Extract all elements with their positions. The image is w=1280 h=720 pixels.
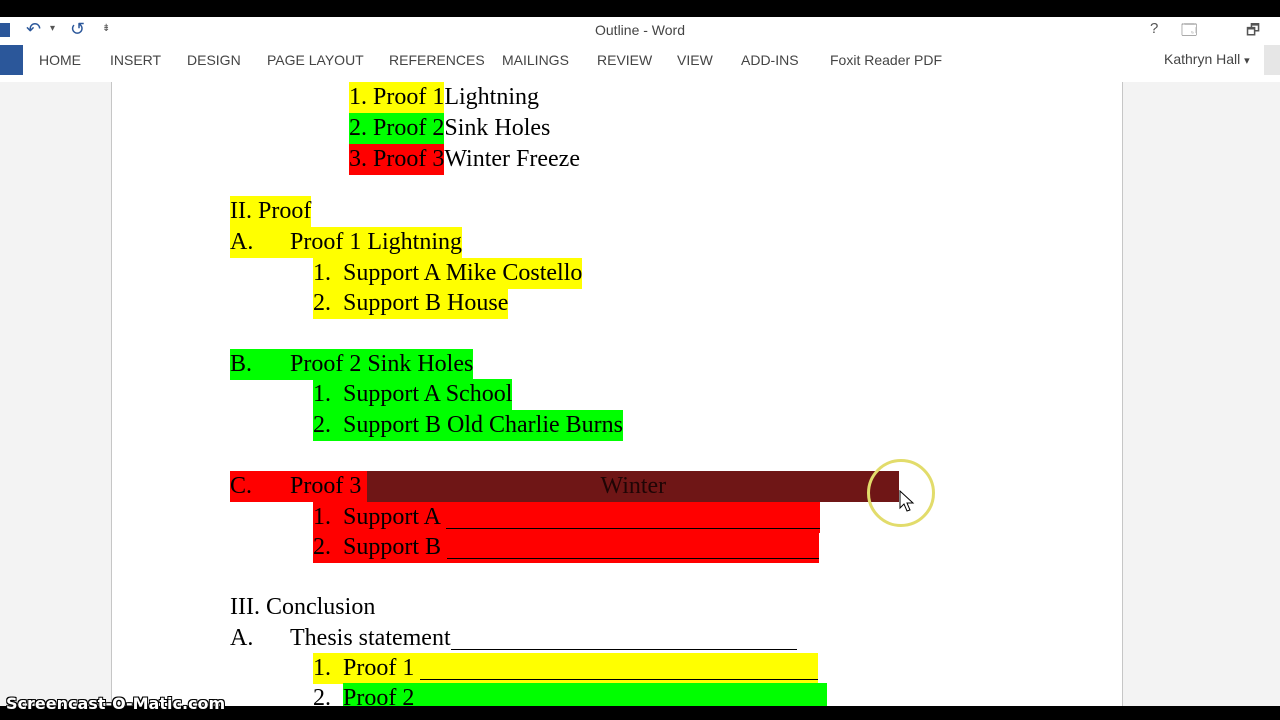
outline-item-text: Proof 1 Lightning	[290, 229, 462, 255]
tab-foxit-reader-pdf[interactable]: Foxit Reader PDF	[830, 52, 942, 68]
support-item-b1[interactable]: 1. Support A School	[313, 379, 513, 410]
outline-letter: B.	[230, 351, 253, 377]
outline-letter: C.	[230, 473, 253, 499]
tab-insert[interactable]: INSERT	[110, 52, 161, 68]
support-text: Support B House	[343, 290, 509, 316]
list-number: 1.	[313, 504, 331, 530]
watermark: Screencast-O-Matic.com	[6, 694, 226, 713]
support-text: Support A Mike Costello	[343, 260, 583, 286]
ribbon-scroll-area	[1264, 45, 1280, 75]
outline-item-text: Proof 3	[290, 473, 362, 499]
blank-line[interactable]	[445, 502, 820, 529]
support-item-c2[interactable]: 2. Support B	[313, 532, 820, 563]
heading-text: II. Proof	[230, 196, 312, 227]
user-account[interactable]: Kathryn Hall ▾	[1164, 51, 1250, 67]
intro-item-text: Sink Holes	[444, 115, 551, 141]
list-number: 1.	[313, 381, 331, 407]
list-number: 2.	[313, 412, 331, 438]
proof-text: Proof 1	[343, 655, 415, 681]
intro-item-text: Winter Freeze	[444, 146, 580, 172]
document-page[interactable]: 1. Proof 1 Lightning 2. Proof 2 Sink Hol…	[111, 82, 1123, 714]
intro-item-label: Proof 1	[373, 84, 445, 110]
conclusion-proof-1[interactable]: 1. Proof 1	[313, 653, 819, 684]
blank-line[interactable]	[447, 532, 820, 559]
intro-item-label: Proof 3	[373, 146, 445, 172]
list-number: 1.	[313, 655, 331, 681]
document-area[interactable]: 1. Proof 1 Lightning 2. Proof 2 Sink Hol…	[0, 82, 1280, 714]
section-heading-conclusion[interactable]: III. Conclusion	[230, 592, 375, 623]
support-text: Support B	[343, 534, 442, 560]
user-name: Kathryn Hall	[1164, 51, 1241, 67]
support-text: Support A	[343, 504, 440, 530]
support-text: Support A School	[343, 381, 513, 407]
blank-line[interactable]	[420, 653, 819, 680]
list-number: 2.	[313, 290, 331, 316]
intro-item-label: Proof 2	[373, 115, 445, 141]
ribbon-tabs: HOME INSERT DESIGN PAGE LAYOUT REFERENCE…	[0, 45, 1280, 82]
outline-item-text: Thesis statement	[290, 625, 451, 651]
outline-letter: A.	[230, 625, 254, 651]
restore-window-icon[interactable]: 🗗	[1246, 20, 1260, 45]
intro-item-text: Lightning	[444, 84, 540, 110]
list-number: 2.	[349, 115, 367, 141]
support-item-a2[interactable]: 2. Support B House	[313, 288, 509, 319]
intro-item-1[interactable]: 1. Proof 1 Lightning	[349, 82, 539, 113]
tab-home[interactable]: HOME	[39, 52, 81, 68]
title-bar: ↶ ▾ ↺ ⇟ Outline - Word ? 🗔 🗗	[0, 17, 1280, 45]
list-number: 1.	[313, 260, 331, 286]
support-item-a1[interactable]: 1. Support A Mike Costello	[313, 258, 583, 289]
outline-item-text: Proof 2 Sink Holes	[290, 351, 474, 377]
section-heading-proof[interactable]: II. Proof	[230, 196, 312, 227]
support-item-b2[interactable]: 2. Support B Old Charlie Burns	[313, 410, 623, 441]
selected-text[interactable]: Winter	[367, 471, 900, 502]
support-item-c1[interactable]: 1. Support A	[313, 502, 820, 533]
outline-item-c[interactable]: C. Proof 3 Winter	[230, 471, 900, 502]
ribbon-display-options-icon[interactable]: 🗔	[1181, 20, 1197, 45]
file-tab[interactable]	[0, 45, 23, 75]
user-dropdown-icon: ▾	[1244, 55, 1250, 67]
outline-item-b[interactable]: B. Proof 2 Sink Holes	[230, 349, 474, 380]
outline-letter: A.	[230, 229, 254, 255]
tab-mailings[interactable]: MAILINGS	[502, 52, 569, 68]
intro-item-3[interactable]: 3. Proof 3 Winter Freeze	[349, 144, 580, 175]
blank-line[interactable]	[450, 623, 797, 650]
tab-review[interactable]: REVIEW	[597, 52, 652, 68]
heading-text: III. Conclusion	[230, 594, 376, 620]
list-number: 2.	[313, 534, 331, 560]
tab-page-layout[interactable]: PAGE LAYOUT	[267, 52, 364, 68]
tab-references[interactable]: REFERENCES	[389, 52, 485, 68]
outline-item-a[interactable]: A. Proof 1 Lightning	[230, 227, 462, 258]
list-number: 3.	[349, 146, 367, 172]
support-text: Support B Old Charlie Burns	[343, 412, 623, 438]
tab-design[interactable]: DESIGN	[187, 52, 241, 68]
window-title: Outline - Word	[595, 22, 685, 38]
tab-view[interactable]: VIEW	[677, 52, 713, 68]
outline-item-thesis[interactable]: A. Thesis statement	[230, 623, 797, 654]
top-black-bar	[0, 0, 1280, 17]
intro-item-2[interactable]: 2. Proof 2 Sink Holes	[349, 113, 550, 144]
tab-add-ins[interactable]: ADD-INS	[741, 52, 799, 68]
help-icon[interactable]: ?	[1150, 20, 1158, 37]
mouse-pointer-icon	[899, 490, 915, 512]
list-number: 1.	[349, 84, 367, 110]
